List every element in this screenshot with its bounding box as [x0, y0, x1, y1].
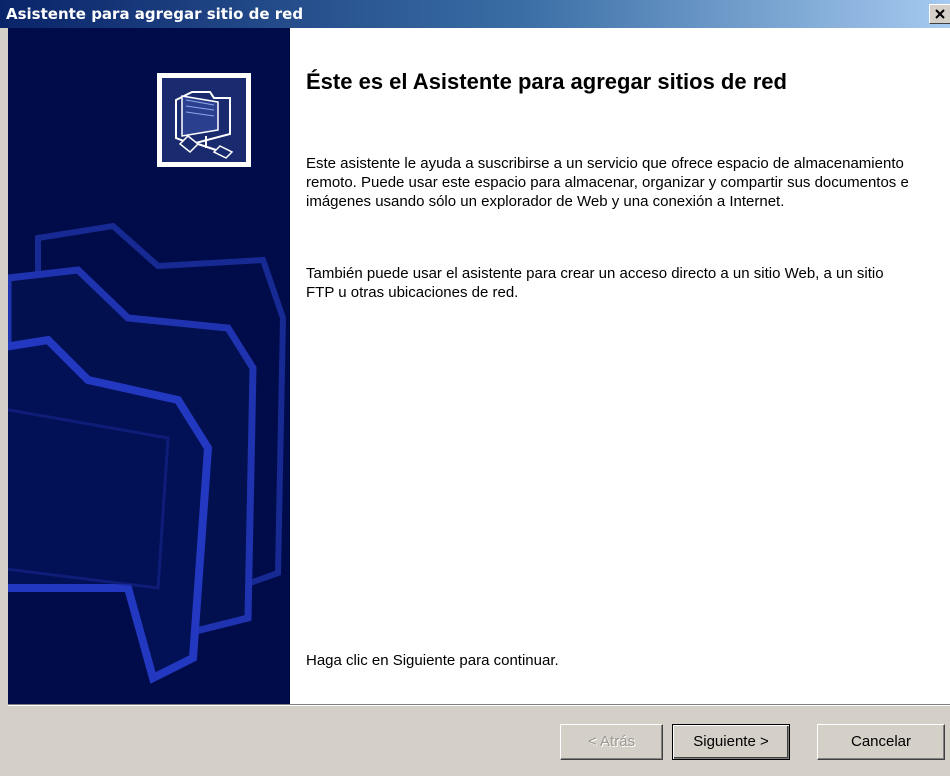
secondary-paragraph: También puede usar el asistente para cre… [306, 265, 884, 301]
window-title: Asistente para agregar sitio de red [6, 5, 304, 23]
wizard-window: Asistente para agregar sitio de red Éste… [0, 0, 950, 776]
next-button[interactable]: Siguiente > [672, 724, 790, 760]
network-folder-icon [157, 73, 251, 167]
title-bar[interactable]: Asistente para agregar sitio de red [0, 0, 950, 28]
button-separator [8, 704, 950, 706]
back-button[interactable]: < Atrás [560, 724, 663, 760]
wizard-heading: Éste es el Asistente para agregar sitios… [306, 69, 787, 94]
cancel-button[interactable]: Cancelar [817, 724, 945, 760]
close-icon [935, 9, 945, 19]
wizard-text-area: Éste es el Asistente para agregar sitios… [306, 28, 946, 704]
intro-paragraph: Este asistente le ayuda a suscribirse a … [306, 155, 909, 210]
wizard-side-panel [8, 28, 290, 704]
continue-instruction: Haga clic en Siguiente para continuar. [306, 652, 559, 669]
wizard-content: Éste es el Asistente para agregar sitios… [8, 28, 950, 704]
close-button[interactable] [929, 4, 950, 24]
